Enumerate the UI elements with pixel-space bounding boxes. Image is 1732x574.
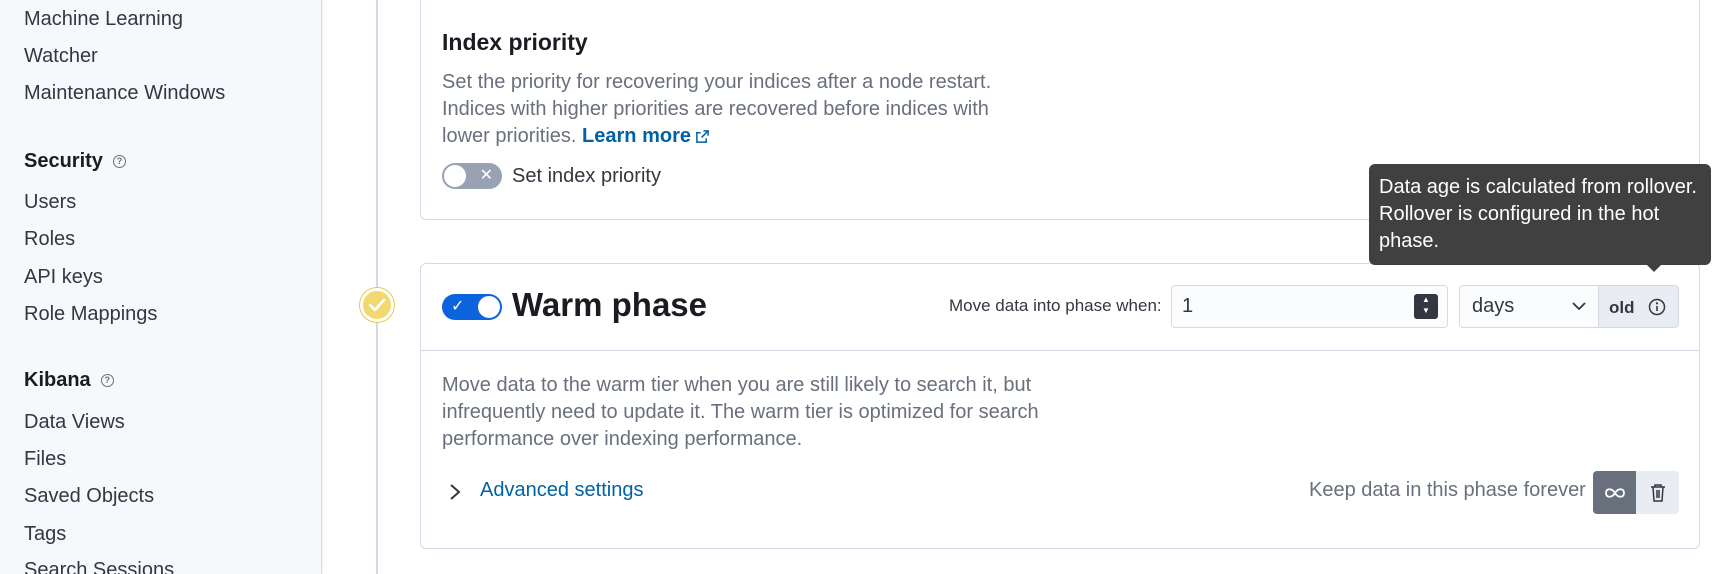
chevron-right-icon[interactable]: [449, 483, 461, 501]
sidebar-section-security: Security ?: [24, 150, 126, 173]
learn-more-link[interactable]: Learn more: [582, 125, 710, 147]
keep-forever-label: Keep data in this phase forever: [1309, 479, 1586, 501]
sidebar-item-users[interactable]: Users: [24, 191, 76, 214]
sidebar-item-tags[interactable]: Tags: [24, 523, 66, 546]
old-label: old: [1609, 298, 1635, 317]
tooltip-arrow: [1644, 262, 1664, 272]
delete-phase-button[interactable]: [1636, 471, 1679, 514]
cross-icon: ✕: [479, 167, 493, 184]
index-priority-description-text: Set the priority for recovering your ind…: [442, 71, 992, 147]
sidebar-item-roles[interactable]: Roles: [24, 228, 75, 251]
warm-phase-divider: [421, 350, 1699, 351]
index-priority-switch-label: Set index priority: [512, 165, 661, 187]
check-icon: [368, 298, 386, 312]
warm-phase-title: Warm phase: [512, 286, 708, 323]
index-priority-description: Set the priority for recovering your ind…: [442, 69, 1022, 150]
phase-status-dot: [360, 288, 394, 322]
sidebar-section-kibana: Kibana ?: [24, 369, 114, 392]
info-icon[interactable]: [1648, 298, 1666, 316]
sidebar-item-files[interactable]: Files: [24, 448, 66, 471]
advanced-settings-link[interactable]: Advanced settings: [480, 479, 643, 502]
check-icon: ✓: [451, 298, 465, 315]
sidebar-section-label: Kibana: [24, 369, 91, 391]
phase-timeline-line: [376, 0, 378, 574]
old-append: old: [1599, 285, 1679, 328]
warm-phase-panel: ✓ Warm phase Move data into phase when: …: [420, 263, 1700, 549]
sidebar-item-data-views[interactable]: Data Views: [24, 411, 125, 434]
switch-knob: [477, 295, 501, 319]
sidebar-section-label: Security: [24, 150, 103, 172]
index-priority-title: Index priority: [442, 29, 588, 55]
phase-age-unit-value: days: [1472, 295, 1515, 317]
sidebar-item-role-mappings[interactable]: Role Mappings: [24, 303, 157, 326]
sidebar-item-search-sessions[interactable]: Search Sessions: [24, 559, 174, 574]
warm-phase-switch[interactable]: ✓: [442, 294, 502, 320]
phase-age-unit-select[interactable]: days: [1459, 285, 1599, 328]
move-data-label: Move data into phase when:: [949, 296, 1162, 315]
sidebar-item-watcher[interactable]: Watcher: [24, 45, 98, 68]
phase-age-value: 1: [1182, 295, 1194, 317]
keep-forever-button[interactable]: [1593, 471, 1636, 514]
question-circle-icon: ?: [100, 374, 114, 387]
sidebar-item-machine-learning[interactable]: Machine Learning: [24, 8, 183, 31]
trash-icon: [1650, 483, 1665, 502]
number-stepper[interactable]: ▲ ▼: [1414, 294, 1438, 319]
question-circle-icon: ?: [112, 155, 126, 168]
sidebar-item-maintenance-windows[interactable]: Maintenance Windows: [24, 82, 225, 105]
switch-knob: [443, 164, 467, 188]
learn-more-label: Learn more: [582, 125, 691, 147]
warm-phase-description: Move data to the warm tier when you are …: [442, 374, 1039, 450]
infinity-icon: [1604, 487, 1625, 498]
external-link-icon: [696, 130, 709, 144]
index-priority-switch[interactable]: ✕: [442, 163, 502, 189]
chevron-down-icon: [1572, 302, 1586, 311]
sidebar-item-saved-objects[interactable]: Saved Objects: [24, 485, 154, 508]
app-root: Machine Learning Watcher Maintenance Win…: [0, 0, 1732, 574]
sidebar-nav: Machine Learning Watcher Maintenance Win…: [0, 0, 322, 574]
phase-age-input[interactable]: 1 ▲ ▼: [1171, 285, 1448, 328]
sidebar-item-api-keys[interactable]: API keys: [24, 266, 103, 289]
data-age-tooltip: Data age is calculated from rollover. Ro…: [1369, 164, 1711, 265]
